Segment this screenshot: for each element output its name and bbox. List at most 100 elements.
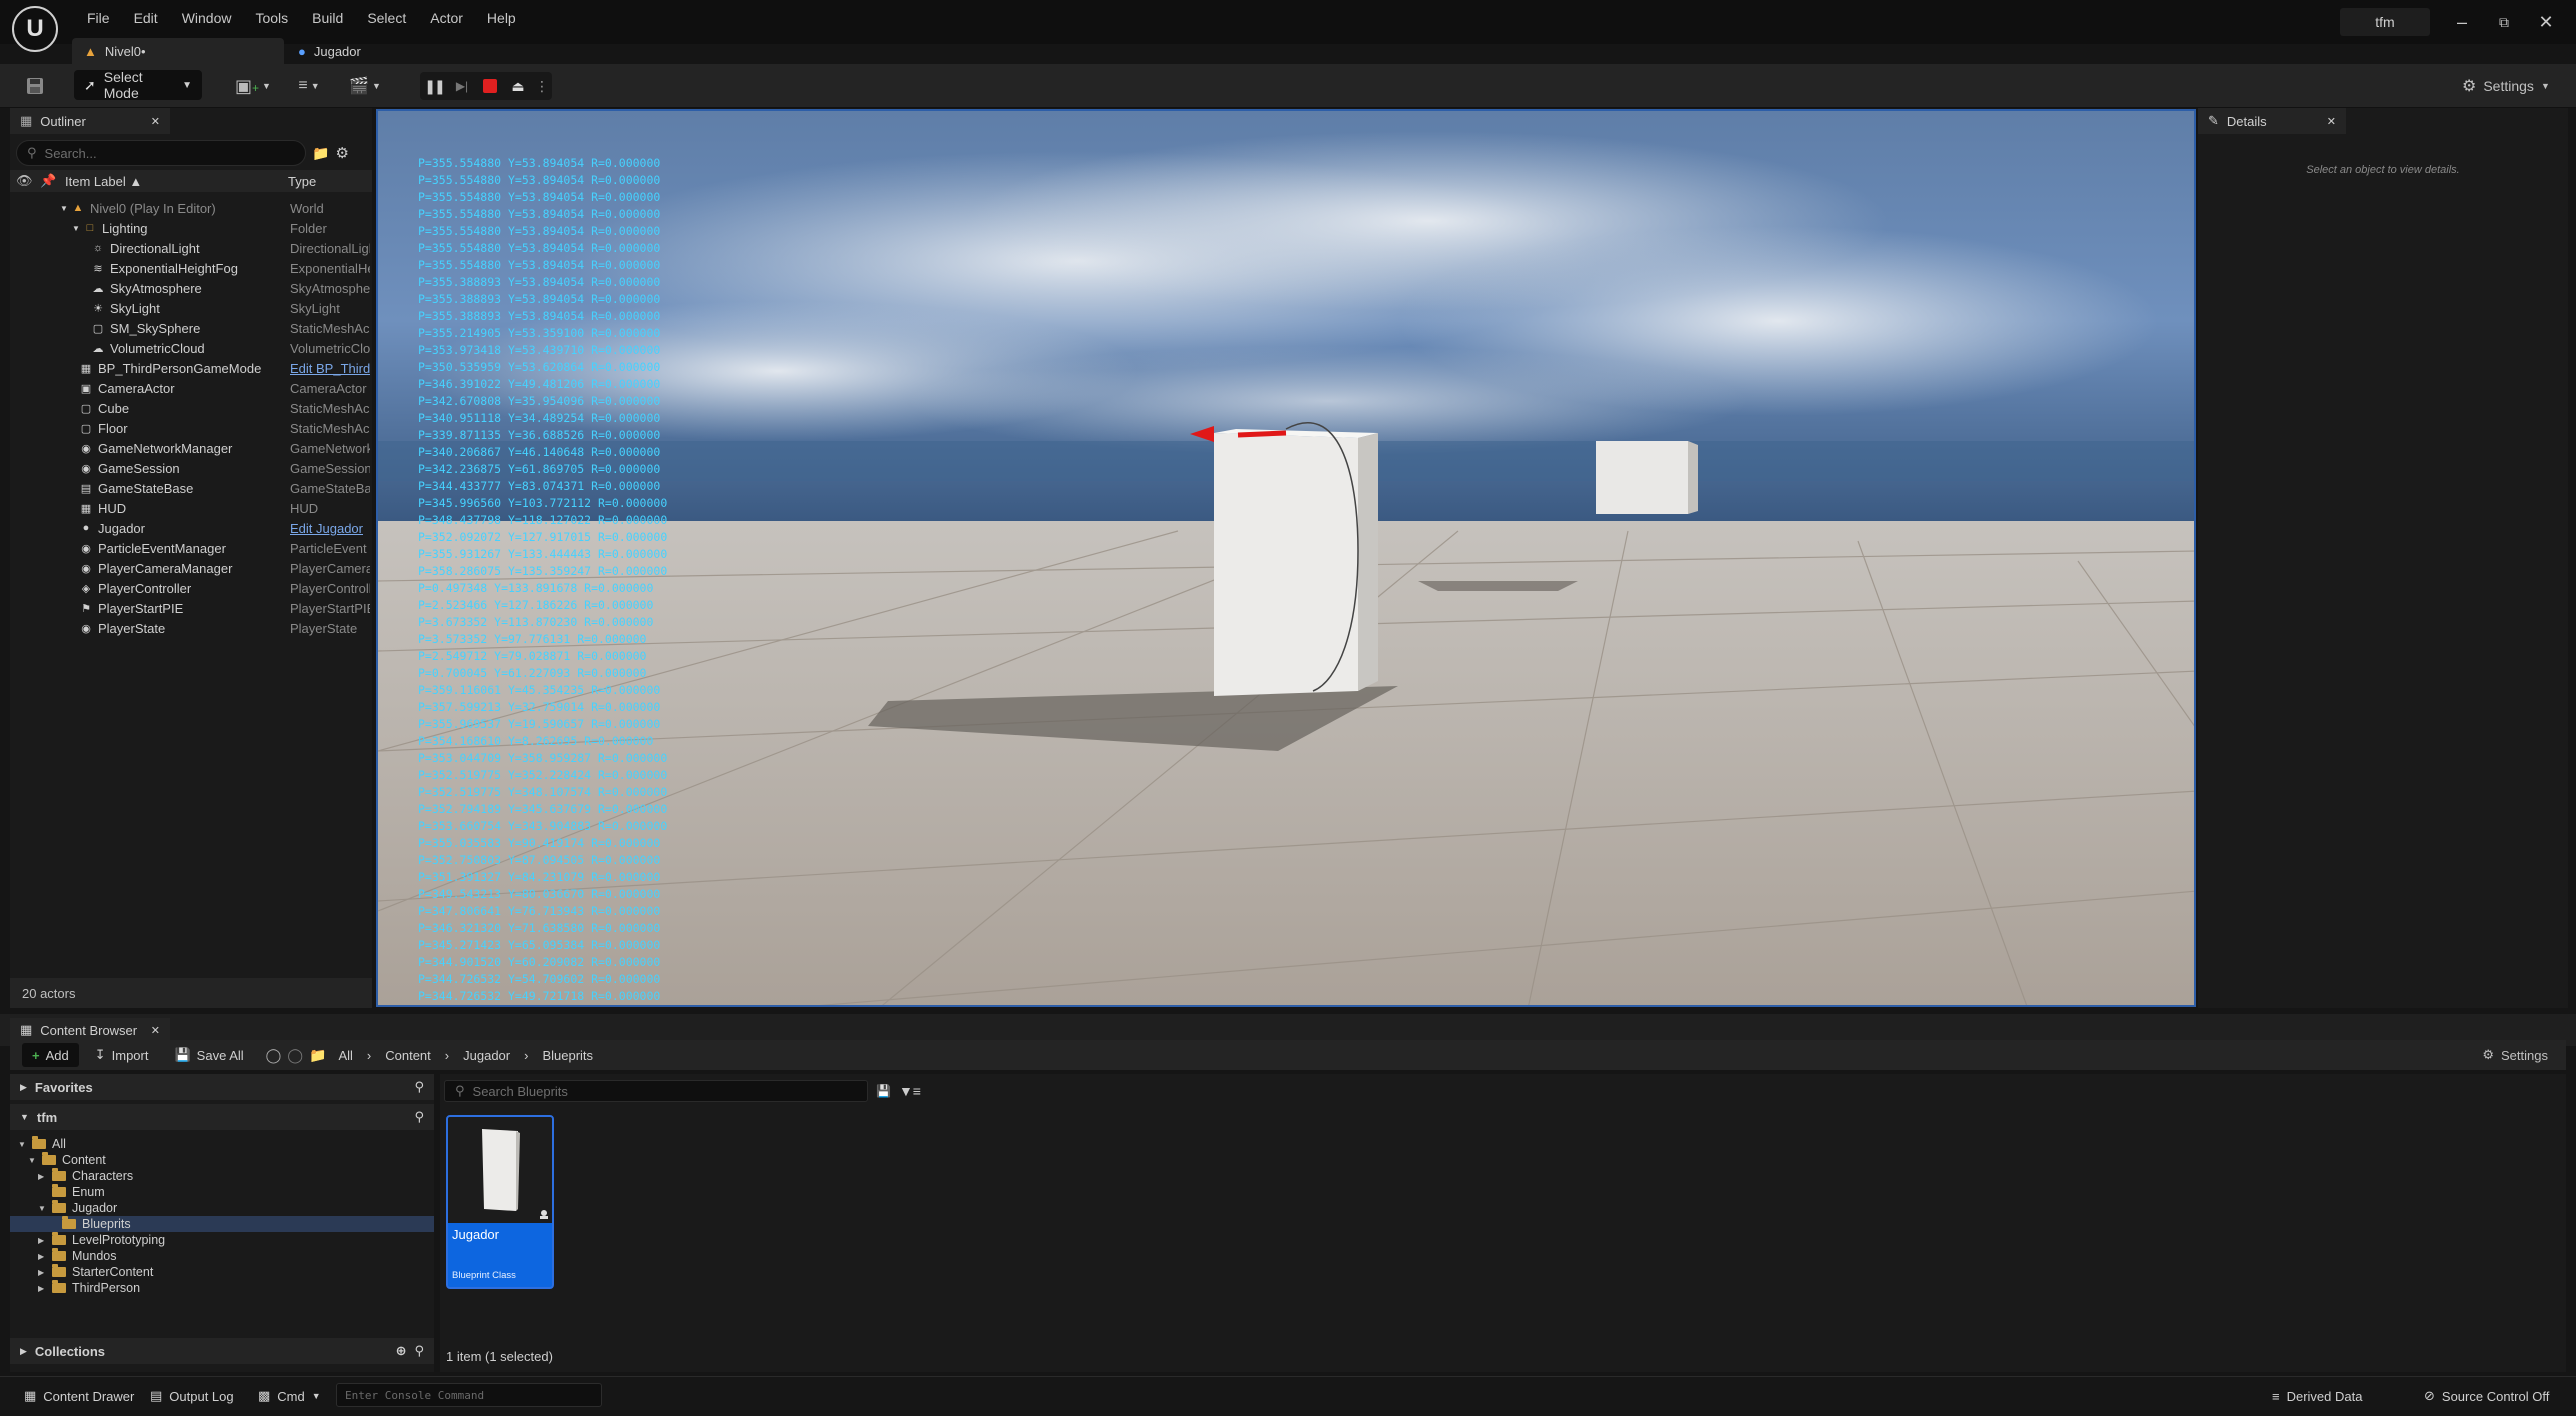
step-button[interactable]: ▶| [448, 72, 476, 100]
search-icon[interactable]: ⚲ [414, 1109, 424, 1125]
folder-tree-item[interactable]: ▼ Content [28, 1152, 106, 1168]
outliner-row[interactable]: ⚑ PlayerStartPIE PlayerStartPIE [10, 598, 372, 618]
select-mode-dropdown[interactable]: ➚ Select Mode ▼ [74, 69, 202, 101]
folder-tree-item[interactable]: Enum [38, 1184, 105, 1200]
restore-button[interactable]: ⧉ [2484, 8, 2524, 36]
outliner-row[interactable]: ◉ ParticleEventManager ParticleEvent [10, 538, 372, 558]
col-type[interactable]: Type [288, 174, 316, 189]
search-icon[interactable]: ⚲ [414, 1343, 424, 1359]
content-drawer-button[interactable]: ▦ Content Drawer [14, 1381, 144, 1411]
outliner-row[interactable]: ☁ VolumetricCloud VolumetricClo [10, 338, 372, 358]
back-icon[interactable]: ◯ [266, 1047, 282, 1064]
play-options-button[interactable]: ⋮ [532, 72, 552, 100]
close-icon[interactable]: ✕ [2327, 115, 2336, 128]
outliner-row[interactable]: ▢ Cube StaticMeshAc [10, 398, 372, 418]
collections-section[interactable]: ▶ Collections ⊕ ⚲ [10, 1338, 434, 1364]
breadcrumb-all[interactable]: All [338, 1048, 352, 1063]
filter-icon[interactable]: ▼≡ [899, 1083, 921, 1099]
forward-icon[interactable]: ◯ [287, 1047, 303, 1064]
save-search-icon[interactable]: 💾 [876, 1084, 891, 1098]
outliner-row[interactable]: ◉ PlayerCameraManager PlayerCamera [10, 558, 372, 578]
menu-actor[interactable]: Actor [418, 8, 475, 28]
outliner-search-input[interactable]: ⚲ Search... [16, 140, 306, 166]
cmd-dropdown[interactable]: ▩ Cmd ▼ [248, 1381, 331, 1411]
eject-button[interactable]: ⏏ [504, 72, 532, 100]
cinematics-button[interactable]: 🎬 ▼ [344, 70, 386, 102]
outliner-row[interactable]: ● Jugador Edit Jugador [10, 518, 372, 538]
outliner-row[interactable]: ▢ Floor StaticMeshAc [10, 418, 372, 438]
toolbar-settings-button[interactable]: ⚙ Settings ▼ [2462, 72, 2550, 100]
edit-blueprint-link[interactable]: Edit BP_ThirdP [290, 361, 370, 376]
chevron-right-icon[interactable]: ▶ [38, 1284, 46, 1293]
outliner-settings-icon[interactable]: ⚙ [335, 144, 348, 162]
close-icon[interactable]: ✕ [151, 115, 160, 128]
outliner-row[interactable]: ◉ GameSession GameSession [10, 458, 372, 478]
favorites-section[interactable]: ▶ Favorites ⚲ [10, 1074, 434, 1100]
menu-select[interactable]: Select [355, 8, 418, 28]
chevron-down-icon[interactable]: ▼ [38, 1204, 46, 1213]
import-button[interactable]: ↧ Import [85, 1043, 159, 1067]
menu-build[interactable]: Build [300, 8, 355, 28]
add-collection-icon[interactable]: ⊕ [396, 1343, 407, 1359]
unreal-logo-icon[interactable]: U [12, 6, 58, 52]
outliner-tab[interactable]: ▦ Outliner ✕ [10, 108, 170, 134]
add-actor-button[interactable]: ▣+ ▼ [232, 70, 274, 102]
menu-file[interactable]: File [75, 8, 122, 28]
outliner-row[interactable]: ▼ □ Lighting Folder [10, 218, 372, 238]
outliner-row[interactable]: ☁ SkyAtmosphere SkyAtmosphe [10, 278, 372, 298]
chevron-right-icon[interactable]: ▶ [38, 1268, 46, 1277]
outliner-row[interactable]: ☼ DirectionalLight DirectionalLight [10, 238, 372, 258]
asset-tile-jugador[interactable]: Jugador Blueprint Class [446, 1115, 554, 1289]
chevron-down-icon[interactable]: ▼ [58, 202, 70, 214]
outliner-row[interactable]: ◉ GameNetworkManager GameNetwork [10, 438, 372, 458]
tab-level[interactable]: ▲ Nivel0• [72, 38, 284, 64]
outliner-row[interactable]: ≋ ExponentialHeightFog ExponentialHe [10, 258, 372, 278]
outliner-row[interactable]: ◉ PlayerState PlayerState [10, 618, 372, 638]
outliner-row[interactable]: ◈ PlayerController PlayerControll [10, 578, 372, 598]
chevron-right-icon[interactable]: ▶ [38, 1252, 46, 1261]
outliner-row[interactable]: ▼ ▲ Nivel0 (Play In Editor) World [10, 198, 372, 218]
folder-tree-item[interactable]: ▶ Mundos [38, 1248, 116, 1264]
save-all-button[interactable]: 💾 Save All [164, 1043, 253, 1067]
minimize-button[interactable]: – [2442, 8, 2482, 36]
chevron-right-icon[interactable]: ▶ [38, 1172, 46, 1181]
chevron-right-icon[interactable]: ▶ [38, 1236, 46, 1245]
folder-tree-item[interactable]: ▼ Jugador [38, 1200, 117, 1216]
chevron-down-icon[interactable]: ▼ [70, 222, 82, 234]
content-browser-tab[interactable]: ▦ Content Browser ✕ [10, 1018, 170, 1042]
close-window-button[interactable]: ✕ [2526, 8, 2566, 36]
project-section[interactable]: ▼ tfm ⚲ [10, 1104, 434, 1130]
folder-tree-item[interactable]: ▶ LevelPrototyping [38, 1232, 165, 1248]
breadcrumb-blueprits[interactable]: Blueprits [542, 1048, 593, 1063]
derived-data-button[interactable]: ≡ Derived Data [2262, 1381, 2372, 1411]
outliner-row[interactable]: ▦ BP_ThirdPersonGameMode Edit BP_ThirdP [10, 358, 372, 378]
folder-tree-item[interactable]: ▶ StarterContent [38, 1264, 153, 1280]
menu-help[interactable]: Help [475, 8, 528, 28]
pin-icon[interactable]: 📌 [40, 173, 56, 189]
chevron-down-icon[interactable]: ▼ [18, 1140, 26, 1149]
folder-tree-item[interactable]: Blueprits [48, 1216, 131, 1232]
folder-tree-item[interactable]: ▼ All [18, 1136, 66, 1152]
save-icon[interactable] [20, 70, 50, 102]
breadcrumb-jugador[interactable]: Jugador [463, 1048, 510, 1063]
source-control-button[interactable]: ⊘ Source Control Off [2414, 1381, 2559, 1411]
close-icon[interactable]: ✕ [151, 1024, 160, 1037]
output-log-button[interactable]: ▤ Output Log [140, 1381, 244, 1411]
outliner-row[interactable]: ▦ HUD HUD [10, 498, 372, 518]
blueprints-button[interactable]: ≡ ▼ [288, 70, 330, 102]
outliner-row[interactable]: ▢ SM_SkySphere StaticMeshAc [10, 318, 372, 338]
menu-window[interactable]: Window [170, 8, 244, 28]
outliner-row[interactable]: ▣ CameraActor CameraActor [10, 378, 372, 398]
outliner-row[interactable]: ▤ GameStateBase GameStateBa [10, 478, 372, 498]
asset-search-input[interactable]: ⚲ Search Blueprits [444, 1080, 868, 1102]
visibility-icon[interactable]: 👁 [16, 173, 33, 189]
folder-tree-item[interactable]: ▶ ThirdPerson [38, 1280, 140, 1296]
add-folder-icon[interactable]: 📁 [312, 145, 329, 162]
menu-tools[interactable]: Tools [243, 8, 300, 28]
folder-tree-item[interactable]: ▶ Characters [38, 1168, 133, 1184]
col-item-label[interactable]: Item Label ▲ [65, 174, 142, 189]
add-button[interactable]: + Add [22, 1043, 79, 1067]
chevron-down-icon[interactable]: ▼ [28, 1156, 36, 1165]
pause-button[interactable]: ❚❚ [420, 72, 448, 100]
stop-button[interactable] [476, 72, 504, 100]
